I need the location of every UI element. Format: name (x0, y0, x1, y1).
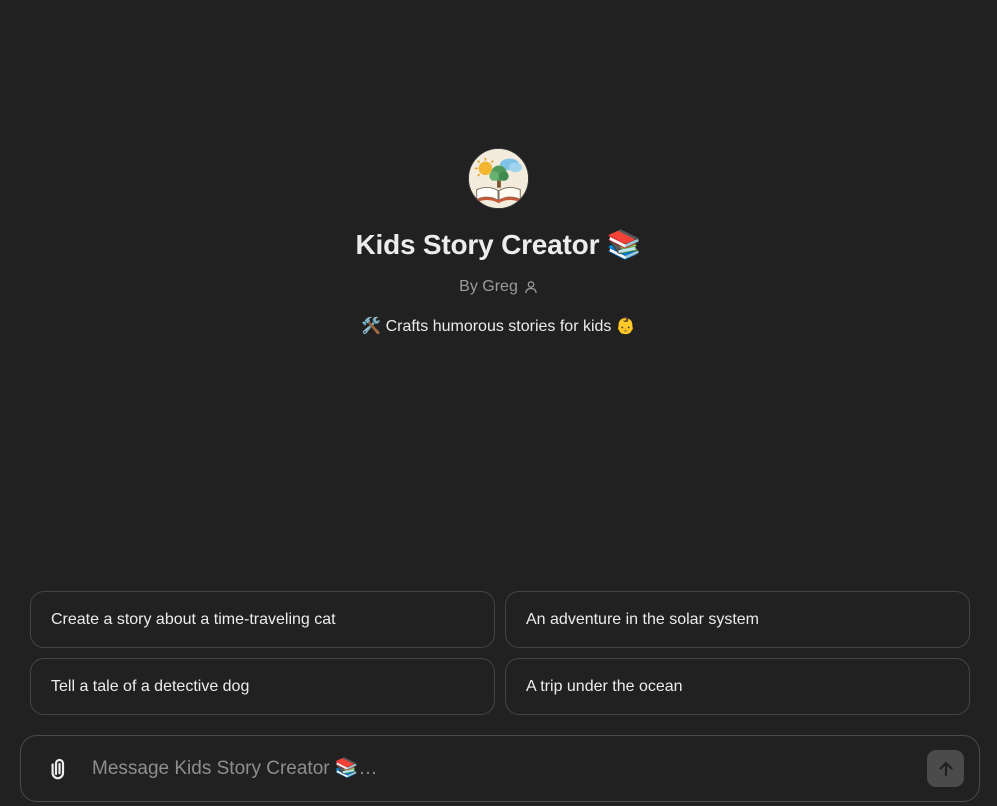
message-input[interactable] (90, 747, 927, 790)
suggestion-label: Create a story about a time-traveling ca… (51, 610, 336, 628)
suggestion-grid: Create a story about a time-traveling ca… (30, 591, 970, 715)
gpt-header: Kids Story Creator 📚 By Greg 🛠️ Crafts h… (0, 148, 997, 338)
send-button[interactable] (927, 750, 964, 787)
paperclip-icon (51, 758, 65, 779)
suggestion-button[interactable]: A trip under the ocean (505, 658, 970, 715)
suggestion-button[interactable]: An adventure in the solar system (505, 591, 970, 648)
suggestion-button[interactable]: Create a story about a time-traveling ca… (30, 591, 495, 648)
gpt-description: 🛠️ Crafts humorous stories for kids 👶 (361, 318, 636, 335)
storybook-avatar-icon (469, 149, 528, 208)
author-label: By Greg (459, 278, 518, 295)
gpt-avatar (468, 148, 529, 209)
attach-button[interactable] (39, 749, 79, 789)
suggestion-label: Tell a tale of a detective dog (51, 677, 250, 695)
arrow-up-icon (938, 761, 953, 776)
gpt-author[interactable]: By Greg (459, 276, 538, 298)
gpt-title: Kids Story Creator 📚 (355, 229, 642, 260)
suggestion-label: A trip under the ocean (526, 677, 683, 695)
person-icon (524, 280, 538, 294)
suggestion-button[interactable]: Tell a tale of a detective dog (30, 658, 495, 715)
suggestion-label: An adventure in the solar system (526, 610, 760, 628)
message-composer (20, 735, 980, 802)
